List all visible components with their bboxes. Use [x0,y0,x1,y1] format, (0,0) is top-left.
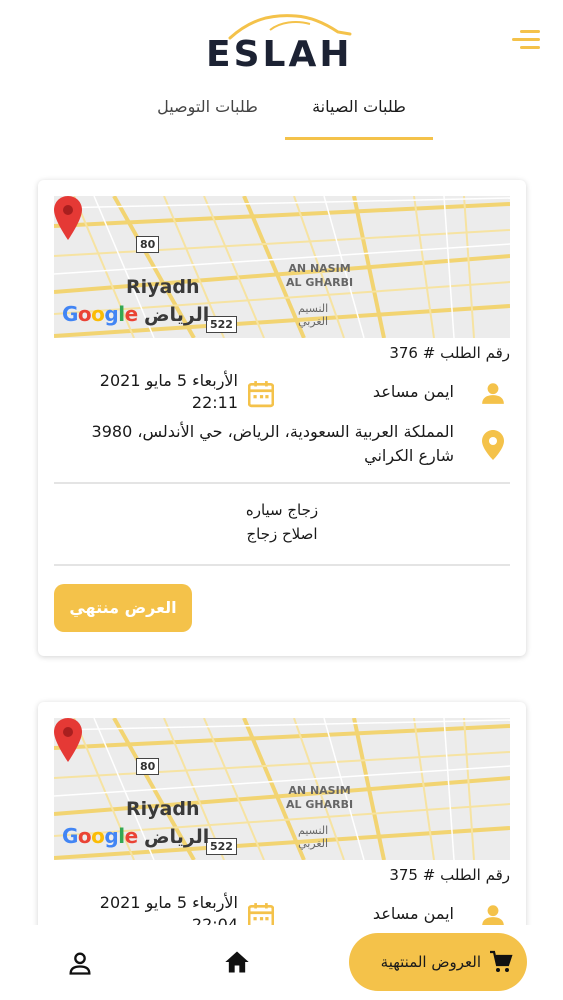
order-card: 80 522 Riyadh الرياض AN NASIM AL GHARBI … [38,180,526,656]
logo-text: ESLAH [206,34,353,75]
app-header: ESLAH [0,0,563,80]
offer-ended-button[interactable]: العرض منتهي [54,584,192,632]
route-80-shield: 80 [136,758,160,775]
location-map[interactable]: 80 522 Riyadh الرياض AN NASIM AL GHARBI … [54,718,510,860]
service-type: اصلاح زجاج [246,525,318,543]
service-details: زجاج سياره اصلاح زجاج [38,498,526,546]
map-area-line: النسيم [298,824,329,837]
divider [54,482,510,484]
order-date: الأربعاء 5 مايو 2021 22:04 [100,892,238,925]
route-522-shield: 522 [206,838,237,855]
location-map[interactable]: 80 522 Riyadh الرياض AN NASIM AL GHARBI … [54,196,510,338]
address-line: المملكة العربية السعودية، الرياض، حي الأ… [91,422,454,441]
google-attribution: Google [62,824,138,848]
menu-icon[interactable] [506,26,540,54]
map-area-label-ar: النسيم الغربي [298,302,328,328]
map-area-label: AN NASIM AL GHARBI [286,784,353,812]
cart-icon [490,950,513,972]
customer-name: ايمن مساعد [372,382,454,401]
map-area-line: AL GHARBI [286,276,354,289]
calendar-icon [248,381,274,408]
profile-icon[interactable] [66,949,94,977]
map-area-line: AN NASIM [288,784,351,797]
map-pin-icon [54,196,82,240]
map-city-label: Riyadh [126,276,200,298]
map-area-line: AL GHARBI [286,798,354,811]
order-tabs: طلبات الصيانة طلبات التوصيل [0,88,563,142]
user-icon [482,383,504,404]
order-number: رقم الطلب # 376 [389,344,510,362]
map-pin-icon [54,718,82,762]
tab-maintenance-requests[interactable]: طلبات الصيانة [285,88,433,142]
map-city-label-ar: الرياض [144,304,210,326]
map-city-label-ar: الرياض [144,826,210,848]
tab-delivery-requests[interactable]: طلبات التوصيل [140,88,275,142]
orders-list[interactable]: 80 522 Riyadh الرياض AN NASIM AL GHARBI … [0,150,563,925]
eslah-logo: ESLAH [200,8,360,75]
google-attribution: Google [62,302,138,326]
order-date-line: الأربعاء 5 مايو 2021 [99,371,238,390]
map-area-line: النسيم [298,302,329,315]
map-area-label: AN NASIM AL GHARBI [286,262,353,290]
order-address: المملكة العربية السعودية، الرياض، حي الأ… [84,420,454,468]
service-category: زجاج سياره [245,501,319,519]
order-date: الأربعاء 5 مايو 2021 22:11 [100,370,238,414]
order-time-line: 22:04 [191,915,238,925]
customer-name: ايمن مساعد [372,904,454,923]
bottom-navigation: العروض المنتهية [0,925,563,1000]
route-80-shield: 80 [136,236,160,253]
calendar-icon [248,903,274,925]
route-522-shield: 522 [206,316,237,333]
divider [54,564,510,566]
order-date-line: الأربعاء 5 مايو 2021 [99,893,238,912]
home-icon[interactable] [223,948,251,976]
finished-offers-button[interactable]: العروض المنتهية [349,933,527,991]
order-time-line: 22:11 [191,393,238,412]
map-area-line: AN NASIM [288,262,351,275]
user-icon [482,905,504,925]
order-card: 80 522 Riyadh الرياض AN NASIM AL GHARBI … [38,702,526,925]
map-area-line: الغربي [298,315,329,328]
finished-offers-label: العروض المنتهية [380,953,481,971]
location-icon [482,430,504,460]
order-number: رقم الطلب # 375 [389,866,510,884]
map-area-line: الغربي [298,837,329,850]
map-city-label: Riyadh [126,798,200,820]
map-area-label-ar: النسيم الغربي [298,824,328,850]
address-line: شارع الكراني [364,446,454,465]
